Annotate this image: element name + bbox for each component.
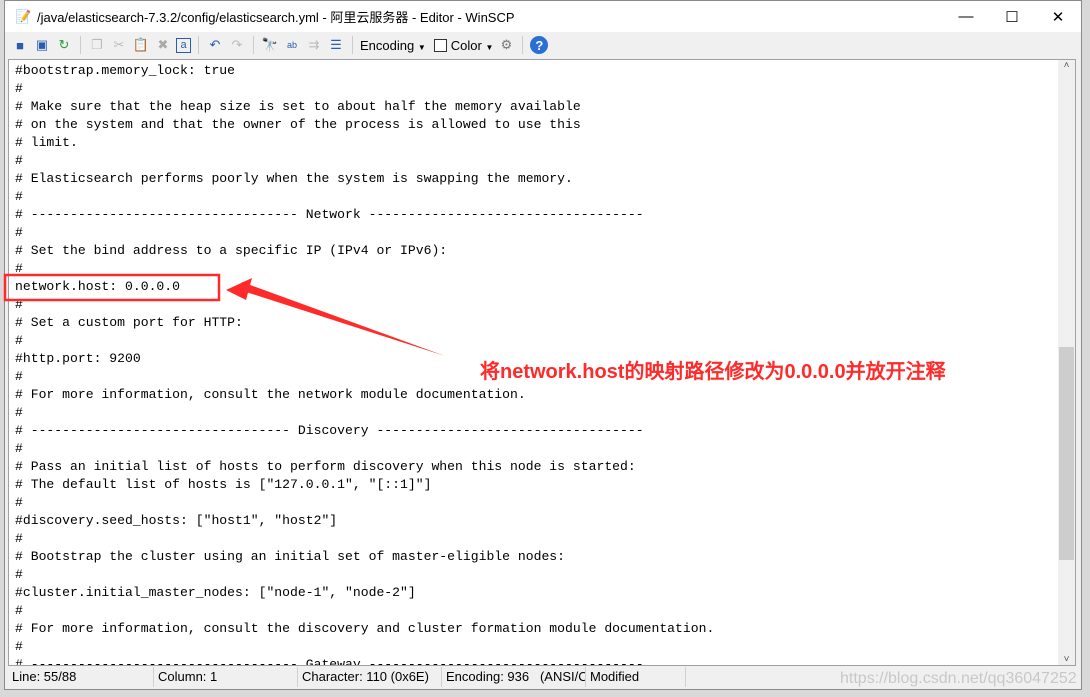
annotation-overlay	[3, 273, 445, 356]
annotation-text: 将network.host的映射路径修改为0.0.0.0并放开注释	[480, 361, 946, 383]
highlight-box	[3, 273, 221, 302]
arrow-shaft	[240, 282, 445, 356]
arrow-head	[226, 278, 252, 300]
